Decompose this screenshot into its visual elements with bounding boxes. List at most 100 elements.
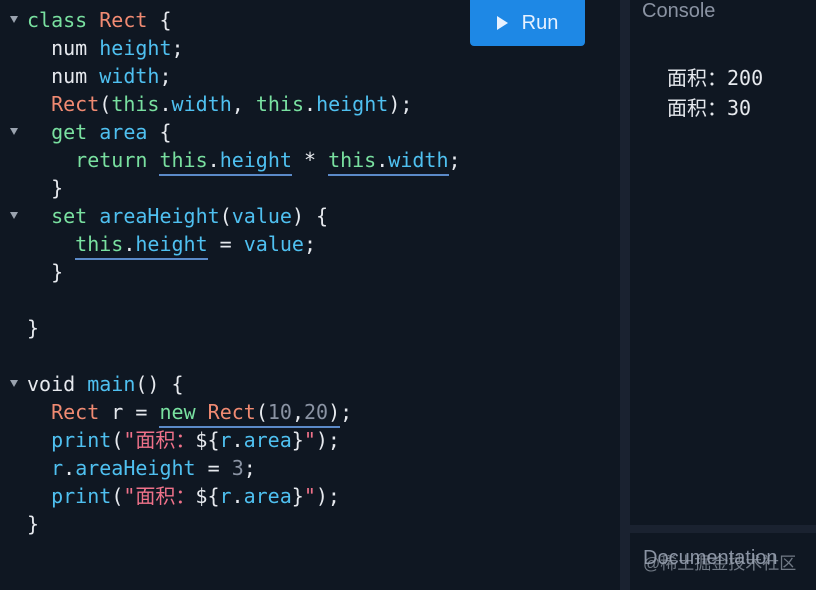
code-token: Rect xyxy=(51,92,100,116)
code-line[interactable]: } xyxy=(27,258,63,286)
code-token: width xyxy=(99,64,160,88)
code-token: ${ xyxy=(195,484,220,508)
code-token: main xyxy=(87,372,136,396)
code-line[interactable]: print("面积：${r.area}"); xyxy=(27,426,340,454)
code-token: value xyxy=(231,204,292,228)
code-token: r = xyxy=(99,400,160,424)
code-token: height xyxy=(99,36,172,60)
code-line[interactable]: Rect r = new Rect(10,20); xyxy=(27,398,353,428)
code-token: { xyxy=(147,120,172,144)
code-token: ; xyxy=(303,232,317,256)
code-token: ${ xyxy=(195,428,220,452)
code-token: class xyxy=(27,8,100,32)
code-line[interactable]: } xyxy=(27,174,63,202)
documentation-panel: Documentation @稀土掘金技术社区 xyxy=(630,533,816,590)
code-token: ); xyxy=(388,92,413,116)
code-token: } xyxy=(291,428,304,452)
code-token: ; xyxy=(448,148,461,172)
code-token: . xyxy=(207,148,220,176)
code-token: . xyxy=(159,92,172,116)
code-token: . xyxy=(123,232,136,260)
code-token: get xyxy=(51,120,100,144)
code-token: ) xyxy=(328,400,341,428)
code-token: this xyxy=(111,92,160,116)
code-token: * xyxy=(291,148,329,172)
code-token: "面积： xyxy=(123,428,196,452)
code-token: ( xyxy=(255,400,268,428)
code-token: print xyxy=(51,428,112,452)
code-token: 3 xyxy=(231,456,244,480)
watermark: @稀土掘金技术社区 xyxy=(643,554,797,573)
code-line[interactable]: r.areaHeight = 3; xyxy=(27,454,256,482)
code-token: . xyxy=(231,428,244,452)
code-token: area xyxy=(99,120,148,144)
code-token: ; xyxy=(243,456,256,480)
code-token: num xyxy=(27,36,100,60)
code-line[interactable]: void main() { xyxy=(27,370,184,398)
code-token: " xyxy=(303,484,316,508)
code-line[interactable]: return this.height * this.width; xyxy=(27,146,461,176)
code-token: area xyxy=(243,428,292,452)
run-button[interactable]: Run xyxy=(470,0,585,46)
code-line[interactable]: print("面积：${r.area}"); xyxy=(27,482,340,510)
console-output-line: 面积：200 xyxy=(667,66,764,90)
horizontal-splitter[interactable] xyxy=(630,525,816,533)
code-token: width xyxy=(171,92,232,116)
code-line[interactable]: this.height = value; xyxy=(27,230,317,260)
code-token: . xyxy=(231,484,244,508)
code-token: r xyxy=(219,484,232,508)
code-line[interactable]: } xyxy=(27,510,39,538)
code-token: areaHeight xyxy=(99,204,220,228)
code-token: } xyxy=(291,484,304,508)
code-line[interactable]: num height; xyxy=(27,34,183,62)
fold-toggle-icon[interactable] xyxy=(10,16,18,23)
fold-toggle-icon[interactable] xyxy=(10,380,18,387)
code-token: area xyxy=(243,484,292,508)
code-token: Rect xyxy=(99,8,148,32)
code-token: ; xyxy=(340,400,353,424)
code-line[interactable]: num width; xyxy=(27,62,171,90)
code-token: ( xyxy=(99,92,112,116)
vertical-splitter[interactable] xyxy=(620,0,630,590)
fold-toggle-icon[interactable] xyxy=(10,212,18,219)
code-token: new xyxy=(159,400,208,428)
code-token: void xyxy=(27,372,88,396)
code-token: . xyxy=(63,456,76,480)
code-token: areaHeight xyxy=(75,456,196,480)
code-token: } xyxy=(27,316,40,340)
fold-toggle-icon[interactable] xyxy=(10,128,18,135)
code-token: width xyxy=(388,148,449,176)
code-token: this xyxy=(75,232,124,260)
code-token: { xyxy=(147,8,172,32)
code-line[interactable]: get area { xyxy=(27,118,172,146)
code-line[interactable]: set areaHeight(value) { xyxy=(27,202,328,230)
code-token: height xyxy=(219,148,292,176)
code-token: height xyxy=(316,92,389,116)
code-editor[interactable]: class Rect { num height; num width; Rect… xyxy=(0,0,620,590)
console-output-line: 面积：30 xyxy=(667,96,752,120)
code-token: this xyxy=(328,148,377,176)
code-token: ( xyxy=(111,484,124,508)
code-token: this xyxy=(255,92,305,116)
code-line[interactable]: Rect(this.width, this.height); xyxy=(27,90,412,118)
code-line[interactable]: class Rect { xyxy=(27,6,172,34)
code-token: "面积： xyxy=(123,484,196,508)
code-token: } xyxy=(27,176,64,200)
code-token: height xyxy=(135,232,208,260)
code-token: } xyxy=(27,260,64,284)
code-line[interactable]: } xyxy=(27,314,39,342)
code-token: print xyxy=(51,484,112,508)
code-token: . xyxy=(304,92,317,116)
code-token: Rect xyxy=(207,400,256,428)
code-token: ); xyxy=(315,428,340,452)
code-token: num xyxy=(27,64,100,88)
code-token: , xyxy=(291,400,305,428)
code-token: 10 xyxy=(267,400,292,428)
code-token: ) { xyxy=(291,204,329,228)
